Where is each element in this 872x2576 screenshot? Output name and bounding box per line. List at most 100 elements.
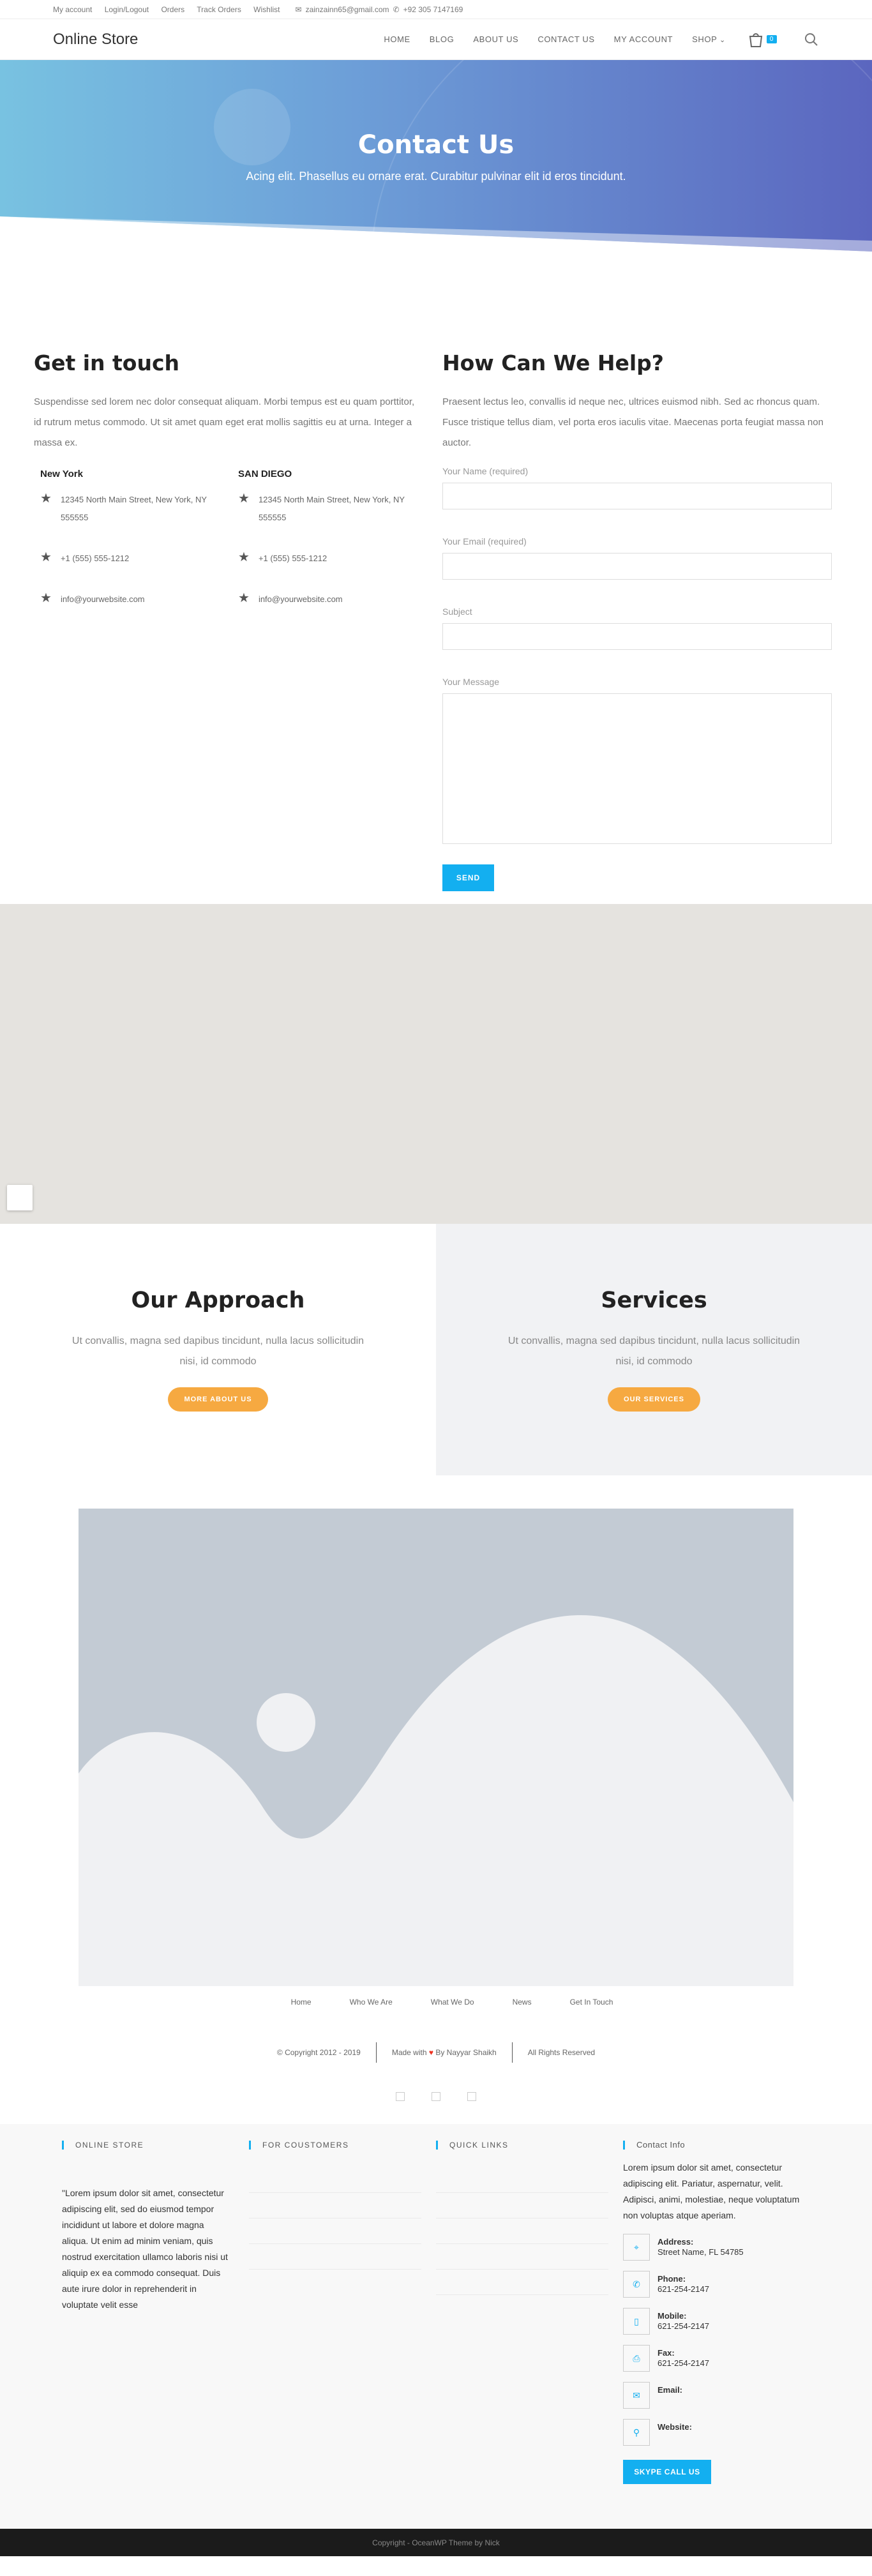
contact-section: Get in touch Suspendisse sed lorem nec d… [0,255,872,904]
map-pin-icon: ⌖ [623,2234,650,2261]
email-text: info@yourwebsite.com [258,594,343,604]
phone-text: +1 (555) 555-1212 [258,554,327,563]
search-icon[interactable] [804,32,819,47]
fax-icon: ⎙ [623,2345,650,2372]
skype-call-button[interactable]: SKYPE CALL US [623,2460,711,2484]
nav-contact-us[interactable]: CONTACT US [537,34,594,44]
social-icon-1[interactable] [396,2092,405,2101]
divider [375,2042,377,2063]
help-form-column: How Can We Help? Praesent lectus leo, co… [442,350,832,904]
message-field[interactable] [442,693,832,844]
help-desc: Praesent lectus leo, convallis id neque … [442,396,823,448]
author-text: By Nayyar Shaikh [435,2048,497,2057]
bottom-link-who-we-are[interactable]: Who We Are [350,1998,393,2037]
info-label: Mobile: [658,2311,687,2321]
nav-blog[interactable]: BLOG [430,34,455,44]
footer-customers: FOR COUSTOMERS [249,2141,436,2529]
map-control-button[interactable] [7,1185,33,1210]
bottom-meta: © Copyright 2012 - 2019 Made with ♥ By N… [0,2037,872,2068]
phone-icon: ✆ [393,4,400,14]
name-label: Your Name (required) [442,466,529,476]
list-item[interactable] [436,2193,608,2218]
social-icon-2[interactable] [432,2092,440,2101]
wishlist-link[interactable]: Wishlist [253,5,280,14]
email-field[interactable] [442,553,832,580]
subject-field[interactable] [442,623,832,650]
my-account-link[interactable]: My account [53,5,92,14]
info-value: 621-254-2147 [658,2284,709,2294]
bottom-link-news[interactable]: News [513,1998,532,2037]
site-logo[interactable]: Online Store [53,31,138,49]
cart-button[interactable]: 0 [748,31,777,48]
shopping-bag-icon [749,33,762,47]
rights-text: All Rights Reserved [527,2048,596,2057]
list-item[interactable] [436,2270,608,2295]
office-san-diego: SAN DIEGO ★ 12345 North Main Street, New … [238,469,417,631]
bottom-link-what-we-do[interactable]: What We Do [431,1998,474,2037]
more-about-us-button[interactable]: MORE ABOUT US [168,1387,268,1412]
top-links: My account Login/Logout Orders Track Ord… [53,5,290,14]
feature-boxes: Our Approach Ut convallis, magna sed dap… [0,1224,872,1475]
name-field[interactable] [442,483,832,509]
nav-about-us[interactable]: ABOUT US [473,34,518,44]
copyright-text: © Copyright 2012 - 2019 [276,2048,361,2057]
approach-text: Ut convallis, magna sed dapibus tincidun… [71,1336,365,1367]
info-value [658,2432,692,2443]
office-address: ★ 12345 North Main Street, New York, NY 5… [40,491,219,527]
info-address: ⌖ Address: Street Name, FL 54785 [623,2234,810,2261]
list-item[interactable] [249,2244,421,2270]
list-item[interactable] [249,2218,421,2244]
nav-shop[interactable]: SHOP [692,34,726,44]
placeholder-image [79,1509,793,1986]
offices-grid: New York ★ 12345 North Main Street, New Y… [34,469,417,631]
footer-quick-links: QUICK LINKS [436,2141,623,2529]
get-in-touch-column: Get in touch Suspendisse sed lorem nec d… [34,350,417,904]
divider [511,2042,513,2063]
info-label: Phone: [658,2274,686,2284]
footer-heading: ONLINE STORE [62,2141,249,2150]
list-item[interactable] [436,2167,608,2193]
social-icon-3[interactable] [467,2092,476,2101]
our-services-button[interactable]: OUR SERVICES [608,1387,700,1412]
get-in-touch-desc: Suspendisse sed lorem nec dolor consequa… [34,396,415,448]
list-item[interactable] [436,2218,608,2244]
footer-link-list [249,2167,436,2270]
orders-link[interactable]: Orders [161,5,184,14]
get-in-touch-title: Get in touch [34,350,180,375]
list-item[interactable] [436,2244,608,2270]
office-address: ★ 12345 North Main Street, New York, NY 5… [238,491,417,527]
help-title: How Can We Help? [442,350,664,375]
bottom-link-get-in-touch[interactable]: Get In Touch [570,1998,613,2037]
info-value: 621-254-2147 [658,2321,709,2331]
list-item[interactable] [249,2167,421,2193]
send-button[interactable]: SEND [442,864,494,891]
info-value: Street Name, FL 54785 [658,2247,744,2257]
login-logout-link[interactable]: Login/Logout [105,5,149,14]
office-city: New York [40,469,83,479]
nav-my-account[interactable]: MY ACCOUNT [614,34,673,44]
track-orders-link[interactable]: Track Orders [197,5,241,14]
hero-banner: Contact Us Acing elit. Phasellus eu orna… [0,60,872,255]
footer-heading: QUICK LINKS [436,2141,623,2150]
hero-decor-circle [214,89,290,165]
services-box: Services Ut convallis, magna sed dapibus… [436,1224,872,1475]
map-embed[interactable] [0,904,872,1224]
link-icon: ⚲ [623,2419,650,2446]
image-section [0,1475,872,1986]
mobile-icon: ▯ [623,2308,650,2335]
info-email: ✉ Email: [623,2382,810,2409]
made-with-text: Made with [391,2048,427,2057]
top-contact: ✉ zainzainn65@gmail.com ✆ +92 305 714716… [296,5,463,14]
bottom-link-home[interactable]: Home [291,1998,312,2037]
social-icons [0,2068,872,2124]
nav-home[interactable]: HOME [384,34,410,44]
email-text: info@yourwebsite.com [60,594,145,604]
landscape-placeholder-icon [79,1615,793,1986]
info-mobile: ▯ Mobile: 621-254-2147 [623,2308,810,2335]
contact-intro: Lorem ipsum dolor sit amet, consectetur … [623,2162,800,2220]
office-city: SAN DIEGO [238,469,292,479]
list-item[interactable] [249,2193,421,2218]
star-icon: ★ [40,591,52,605]
info-website: ⚲ Website: [623,2419,810,2446]
hero-wave-shape [0,216,872,255]
